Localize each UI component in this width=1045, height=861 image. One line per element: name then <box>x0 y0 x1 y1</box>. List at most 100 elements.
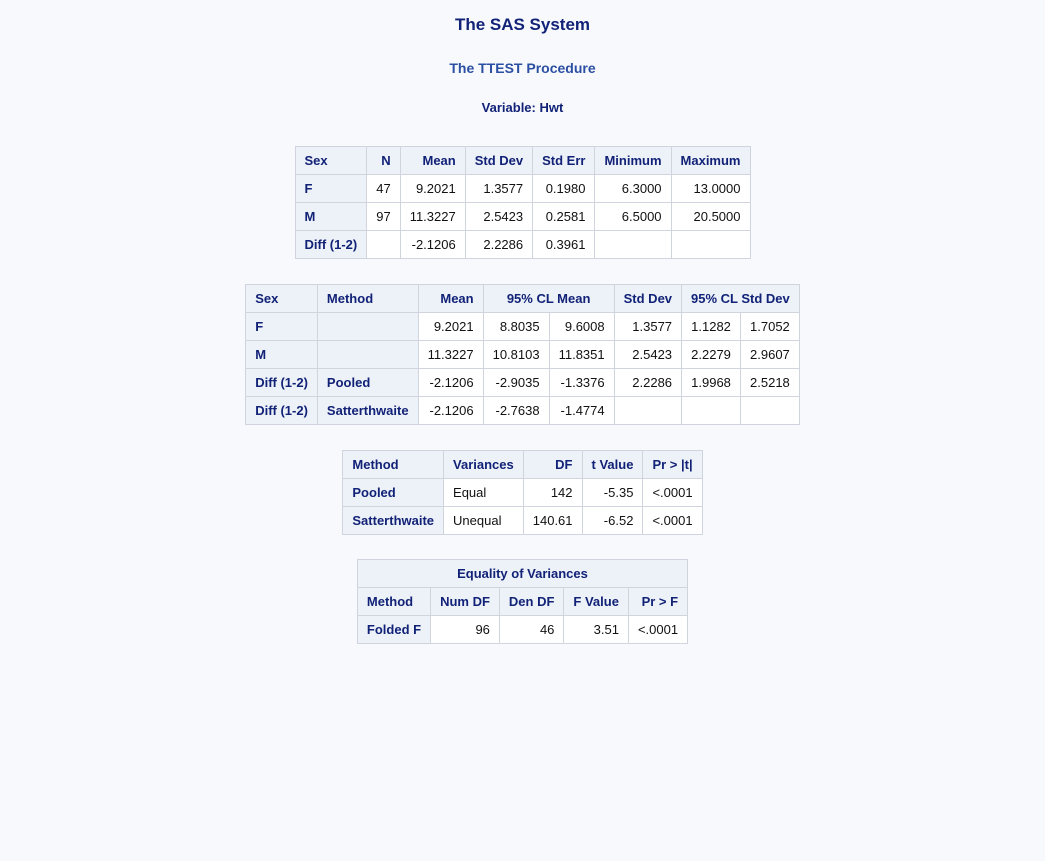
page-title: The SAS System <box>0 10 1045 36</box>
cell-pr-f: <.0001 <box>628 616 687 644</box>
statistics-table-body: F 47 9.2021 1.3577 0.1980 6.3000 13.0000… <box>295 175 750 259</box>
cell-df: 140.61 <box>523 507 582 535</box>
row-header-sex: M <box>246 341 318 369</box>
col-header-den-df: Den DF <box>499 588 564 616</box>
cell-df: 142 <box>523 479 582 507</box>
row-header-method: Pooled <box>317 369 418 397</box>
cell-maximum <box>671 231 750 259</box>
cell-std-err: 0.2581 <box>533 203 595 231</box>
cell-cl-mean-lower: 10.8103 <box>483 341 549 369</box>
confidence-table-wrapper: Sex Method Mean 95% CL Mean Std Dev 95% … <box>0 284 1045 425</box>
table-row: Diff (1-2) -2.1206 2.2286 0.3961 <box>295 231 750 259</box>
statistics-table: Sex N Mean Std Dev Std Err Minimum Maxim… <box>295 146 751 259</box>
cell-mean: 11.3227 <box>400 203 465 231</box>
col-header-mean: Mean <box>418 285 483 313</box>
cell-mean: -2.1206 <box>418 397 483 425</box>
variable-title: Variable: Hwt <box>0 77 1045 116</box>
cell-cl-mean-lower: -2.7638 <box>483 397 549 425</box>
row-header-method: Satterthwaite <box>317 397 418 425</box>
cell-n: 97 <box>367 203 400 231</box>
confidence-table-head: Sex Method Mean 95% CL Mean Std Dev 95% … <box>246 285 800 313</box>
cell-minimum: 6.3000 <box>595 175 671 203</box>
confidence-table-body: F 9.2021 8.8035 9.6008 1.3577 1.1282 1.7… <box>246 313 800 425</box>
col-header-df: DF <box>523 451 582 479</box>
row-header-sex: Diff (1-2) <box>295 231 367 259</box>
table-caption-row: Equality of Variances <box>357 560 687 588</box>
cell-mean: 9.2021 <box>400 175 465 203</box>
cell-std-dev: 2.5423 <box>465 203 532 231</box>
row-header-method <box>317 341 418 369</box>
col-header-f-value: F Value <box>564 588 629 616</box>
equality-table-head: Equality of Variances Method Num DF Den … <box>357 560 687 616</box>
row-header-sex: M <box>295 203 367 231</box>
cell-cl-mean-lower: -2.9035 <box>483 369 549 397</box>
cell-std-dev <box>614 397 681 425</box>
table-row: Diff (1-2) Satterthwaite -2.1206 -2.7638… <box>246 397 800 425</box>
table-row: F 9.2021 8.8035 9.6008 1.3577 1.1282 1.7… <box>246 313 800 341</box>
col-header-cl-std-dev: 95% CL Std Dev <box>682 285 800 313</box>
cell-minimum <box>595 231 671 259</box>
table-row: Folded F 96 46 3.51 <.0001 <box>357 616 687 644</box>
cell-cl-std-dev-upper <box>740 397 799 425</box>
cell-pr-t: <.0001 <box>643 479 702 507</box>
col-header-mean: Mean <box>400 147 465 175</box>
col-header-sex: Sex <box>295 147 367 175</box>
cell-cl-mean-upper: 11.8351 <box>549 341 614 369</box>
table-header-row: Method Num DF Den DF F Value Pr > F <box>357 588 687 616</box>
cell-variances: Equal <box>444 479 524 507</box>
cell-cl-std-dev-lower: 2.2279 <box>682 341 741 369</box>
col-header-variances: Variances <box>444 451 524 479</box>
cell-variances: Unequal <box>444 507 524 535</box>
ttest-table-wrapper: Method Variances DF t Value Pr > |t| Poo… <box>0 450 1045 535</box>
cell-cl-mean-lower: 8.8035 <box>483 313 549 341</box>
table-row: F 47 9.2021 1.3577 0.1980 6.3000 13.0000 <box>295 175 750 203</box>
cell-cl-std-dev-lower: 1.1282 <box>682 313 741 341</box>
ttest-table: Method Variances DF t Value Pr > |t| Poo… <box>342 450 702 535</box>
cell-cl-mean-upper: -1.3376 <box>549 369 614 397</box>
cell-cl-std-dev-upper: 1.7052 <box>740 313 799 341</box>
cell-mean: -2.1206 <box>418 369 483 397</box>
table-header-row: Sex Method Mean 95% CL Mean Std Dev 95% … <box>246 285 800 313</box>
col-header-sex: Sex <box>246 285 318 313</box>
col-header-std-err: Std Err <box>533 147 595 175</box>
cell-maximum: 13.0000 <box>671 175 750 203</box>
cell-maximum: 20.5000 <box>671 203 750 231</box>
cell-t-value: -5.35 <box>582 479 643 507</box>
col-header-method: Method <box>343 451 444 479</box>
row-header-sex: F <box>295 175 367 203</box>
cell-cl-mean-upper: -1.4774 <box>549 397 614 425</box>
cell-mean: -2.1206 <box>400 231 465 259</box>
cell-t-value: -6.52 <box>582 507 643 535</box>
col-header-cl-mean: 95% CL Mean <box>483 285 614 313</box>
table-row: M 11.3227 10.8103 11.8351 2.5423 2.2279 … <box>246 341 800 369</box>
cell-std-err: 0.1980 <box>533 175 595 203</box>
statistics-table-head: Sex N Mean Std Dev Std Err Minimum Maxim… <box>295 147 750 175</box>
equality-table-wrapper: Equality of Variances Method Num DF Den … <box>0 559 1045 644</box>
cell-n <box>367 231 400 259</box>
row-header-method: Pooled <box>343 479 444 507</box>
cell-mean: 11.3227 <box>418 341 483 369</box>
col-header-minimum: Minimum <box>595 147 671 175</box>
cell-den-df: 46 <box>499 616 564 644</box>
sas-output-page: The SAS System The TTEST Procedure Varia… <box>0 0 1045 644</box>
cell-std-dev: 2.2286 <box>465 231 532 259</box>
col-header-std-dev: Std Dev <box>614 285 681 313</box>
table-row: M 97 11.3227 2.5423 0.2581 6.5000 20.500… <box>295 203 750 231</box>
table-row: Pooled Equal 142 -5.35 <.0001 <box>343 479 702 507</box>
cell-n: 47 <box>367 175 400 203</box>
cell-pr-t: <.0001 <box>643 507 702 535</box>
procedure-title: The TTEST Procedure <box>0 36 1045 77</box>
statistics-table-wrapper: Sex N Mean Std Dev Std Err Minimum Maxim… <box>0 146 1045 259</box>
cell-cl-std-dev-upper: 2.9607 <box>740 341 799 369</box>
row-header-sex: F <box>246 313 318 341</box>
row-header-method: Satterthwaite <box>343 507 444 535</box>
ttest-table-head: Method Variances DF t Value Pr > |t| <box>343 451 702 479</box>
table-row: Diff (1-2) Pooled -2.1206 -2.9035 -1.337… <box>246 369 800 397</box>
cell-std-dev: 1.3577 <box>614 313 681 341</box>
col-header-t-value: t Value <box>582 451 643 479</box>
cell-mean: 9.2021 <box>418 313 483 341</box>
cell-cl-std-dev-lower <box>682 397 741 425</box>
equality-of-variances-table: Equality of Variances Method Num DF Den … <box>357 559 688 644</box>
confidence-table: Sex Method Mean 95% CL Mean Std Dev 95% … <box>245 284 800 425</box>
col-header-method: Method <box>357 588 430 616</box>
